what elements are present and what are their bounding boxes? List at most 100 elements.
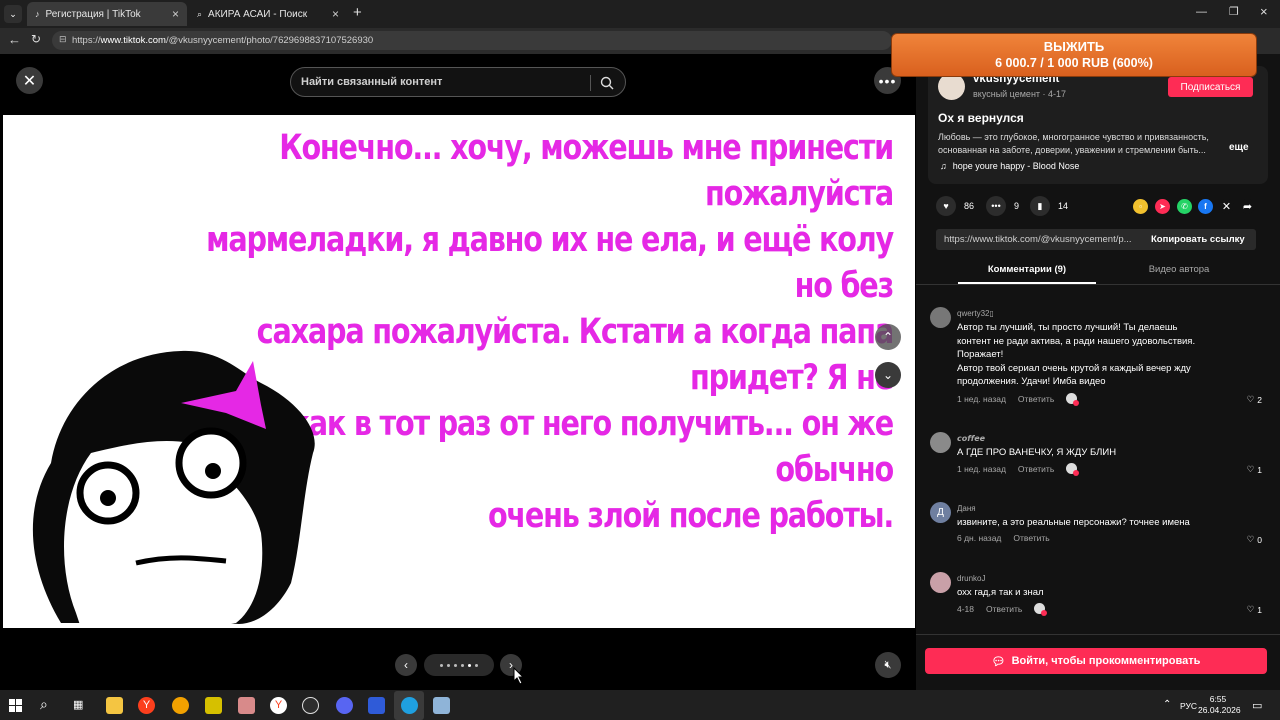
heart-outline-icon[interactable]: ♡ [1247, 604, 1255, 615]
promo-banner[interactable]: ВЫЖИТЬ 6 000.7 / 1 000 RUB (600%) [891, 33, 1257, 77]
facebook-icon[interactable]: f [1198, 199, 1213, 214]
commenter-avatar[interactable] [930, 572, 951, 593]
scroll-up-button[interactable]: ⌃ [875, 324, 901, 350]
reply-link[interactable]: Ответить [986, 604, 1022, 614]
tab-list-button[interactable]: ⌄ [4, 5, 22, 23]
discord-icon[interactable] [336, 697, 353, 714]
follow-button[interactable]: Подписаться [1168, 77, 1253, 97]
url-host: www.tiktok.com [100, 35, 166, 46]
comment-like[interactable]: ♡ 2 [1247, 394, 1262, 405]
start-icon[interactable] [9, 699, 22, 712]
stats-app-icon[interactable] [368, 697, 385, 714]
commenter-name[interactable]: 𝙘𝙤𝙛𝙛𝙚𝙚 [957, 434, 985, 443]
comment-text: Автор ты лучший, ты просто лучший! Ты де… [957, 322, 1196, 387]
save-count: 14 [1058, 201, 1069, 211]
page-dot[interactable] [447, 663, 450, 667]
whatsapp-icon[interactable]: ✆ [1177, 199, 1192, 214]
close-viewer-button[interactable]: ✕ [16, 67, 43, 94]
post-date: 4-17 [1048, 89, 1067, 99]
like-stat[interactable]: ♥ 86 [936, 196, 974, 216]
commenter-name[interactable]: qwerty32▯ [957, 309, 994, 318]
app-icon-ring[interactable] [172, 697, 189, 714]
copy-link-box: https://www.tiktok.com/@vkusnyycement/p.… [936, 229, 1256, 250]
comment-stat[interactable]: ••• 9 [986, 196, 1019, 216]
save-stat[interactable]: ▮ 14 [1030, 196, 1068, 216]
tab-title: АКИРА АСАИ - Поиск [208, 8, 308, 20]
tray-chevron-icon[interactable]: ⌃ [1163, 699, 1171, 710]
x-twitter-icon[interactable]: ✕ [1219, 199, 1234, 214]
comment-item: Д Даня извините, а это реальные персонаж… [930, 502, 1270, 547]
login-button-label: Войти, чтобы прокомментировать [1011, 655, 1201, 667]
copy-link-button[interactable]: Копировать ссылку [1141, 234, 1245, 245]
search-icon[interactable] [600, 76, 614, 90]
url-field[interactable]: ⊟ https://www.tiktok.com/@vkusnyycement/… [52, 31, 892, 50]
back-icon[interactable]: ← [8, 32, 21, 47]
url-prefix: https:// [72, 35, 101, 46]
tab-tiktok[interactable]: ♪ Регистрация | TikTok × [27, 2, 187, 26]
page-dot[interactable] [454, 663, 457, 667]
comment-meta: 4-18 Ответить [957, 603, 1048, 616]
login-to-comment-button[interactable]: 💬︎ Войти, чтобы прокомментировать [925, 648, 1267, 674]
comment-like[interactable]: ♡ 1 [1247, 604, 1262, 615]
tab-search[interactable]: ⌕ АКИРА АСАИ - Поиск × [189, 2, 347, 26]
commenter-avatar[interactable] [930, 307, 951, 328]
page-dot[interactable] [440, 663, 443, 667]
bookmark-icon[interactable]: ▮ [1030, 196, 1050, 216]
heart-outline-icon[interactable]: ♡ [1247, 394, 1255, 405]
page-dot[interactable] [461, 663, 464, 667]
commenter-name[interactable]: drunkoJ [957, 574, 985, 583]
close-window-button[interactable]: × [1260, 4, 1268, 19]
prev-photo-button[interactable]: ‹ [395, 654, 417, 676]
comment-meta: 1 нед. назад Ответить [957, 393, 1080, 406]
app-icon-bars[interactable] [205, 697, 222, 714]
clock[interactable]: 6:55 26.04.2026 [1198, 694, 1241, 716]
app-icon-gauge[interactable] [302, 697, 319, 714]
share-arrow-icon[interactable]: ➦ [1240, 199, 1255, 214]
task-view-icon[interactable]: ▦ [73, 698, 83, 711]
author-avatar[interactable] [938, 73, 965, 100]
comment-like[interactable]: ♡ 1 [1247, 464, 1262, 475]
heart-outline-icon[interactable]: ♡ [1247, 534, 1255, 545]
heart-outline-icon[interactable]: ♡ [1247, 464, 1255, 475]
music-title: hope youre happy - Blood Nose [952, 161, 1080, 171]
related-search-input[interactable]: Найти связанный контент [290, 67, 626, 97]
commenter-name[interactable]: Даня [957, 504, 976, 513]
reply-link[interactable]: Ответить [1018, 464, 1054, 474]
file-explorer-icon[interactable] [106, 697, 123, 714]
embed-share-icon[interactable]: ▫ [1133, 199, 1148, 214]
clock-date: 26.04.2026 [1198, 705, 1241, 715]
page-dot[interactable] [468, 663, 471, 667]
yandex-browser-icon[interactable]: Y [138, 697, 155, 714]
music-row[interactable]: ♫ hope youre happy - Blood Nose [940, 161, 1079, 171]
new-tab-button[interactable]: + [353, 4, 362, 21]
more-description-link[interactable]: еще [1229, 142, 1249, 153]
avatar-letter: Д [937, 507, 944, 518]
scroll-down-button[interactable]: ⌄ [875, 362, 901, 388]
heart-icon[interactable]: ♥ [936, 196, 956, 216]
browser-tab-bar: ⌄ ♪ Регистрация | TikTok × ⌕ АКИРА АСАИ … [0, 0, 1280, 28]
notifications-icon[interactable]: ▭ [1252, 699, 1262, 712]
edge-icon[interactable] [401, 697, 418, 714]
close-tab-icon[interactable]: × [172, 7, 179, 21]
page-dot[interactable] [475, 663, 478, 667]
notes-app-icon[interactable] [433, 697, 450, 714]
commenter-avatar[interactable] [930, 432, 951, 453]
app-icon-character[interactable] [238, 697, 255, 714]
mute-button[interactable]: 🔇︎ [875, 652, 901, 678]
taskbar-search-icon[interactable]: ⌕ [40, 696, 48, 713]
tab-comments[interactable]: Комментарии (9) [958, 264, 1096, 284]
comment-like[interactable]: ♡ 0 [1247, 534, 1262, 545]
comment-icon[interactable]: ••• [986, 196, 1006, 216]
reply-link[interactable]: Ответить [1013, 533, 1049, 543]
yandex-icon[interactable]: Y [270, 697, 287, 714]
site-info-icon[interactable]: ⊟ [59, 34, 67, 45]
minimize-button[interactable]: — [1196, 6, 1207, 18]
reply-link[interactable]: Ответить [1018, 394, 1054, 404]
close-tab-icon[interactable]: × [332, 7, 339, 21]
commenter-avatar[interactable]: Д [930, 502, 951, 523]
send-share-icon[interactable]: ➤ [1155, 199, 1170, 214]
tab-author-videos[interactable]: Видео автора [1110, 264, 1248, 284]
language-indicator[interactable]: РУС [1180, 701, 1197, 711]
maximize-button[interactable]: ❐ [1229, 5, 1239, 18]
refresh-icon[interactable]: ↻ [31, 32, 41, 46]
